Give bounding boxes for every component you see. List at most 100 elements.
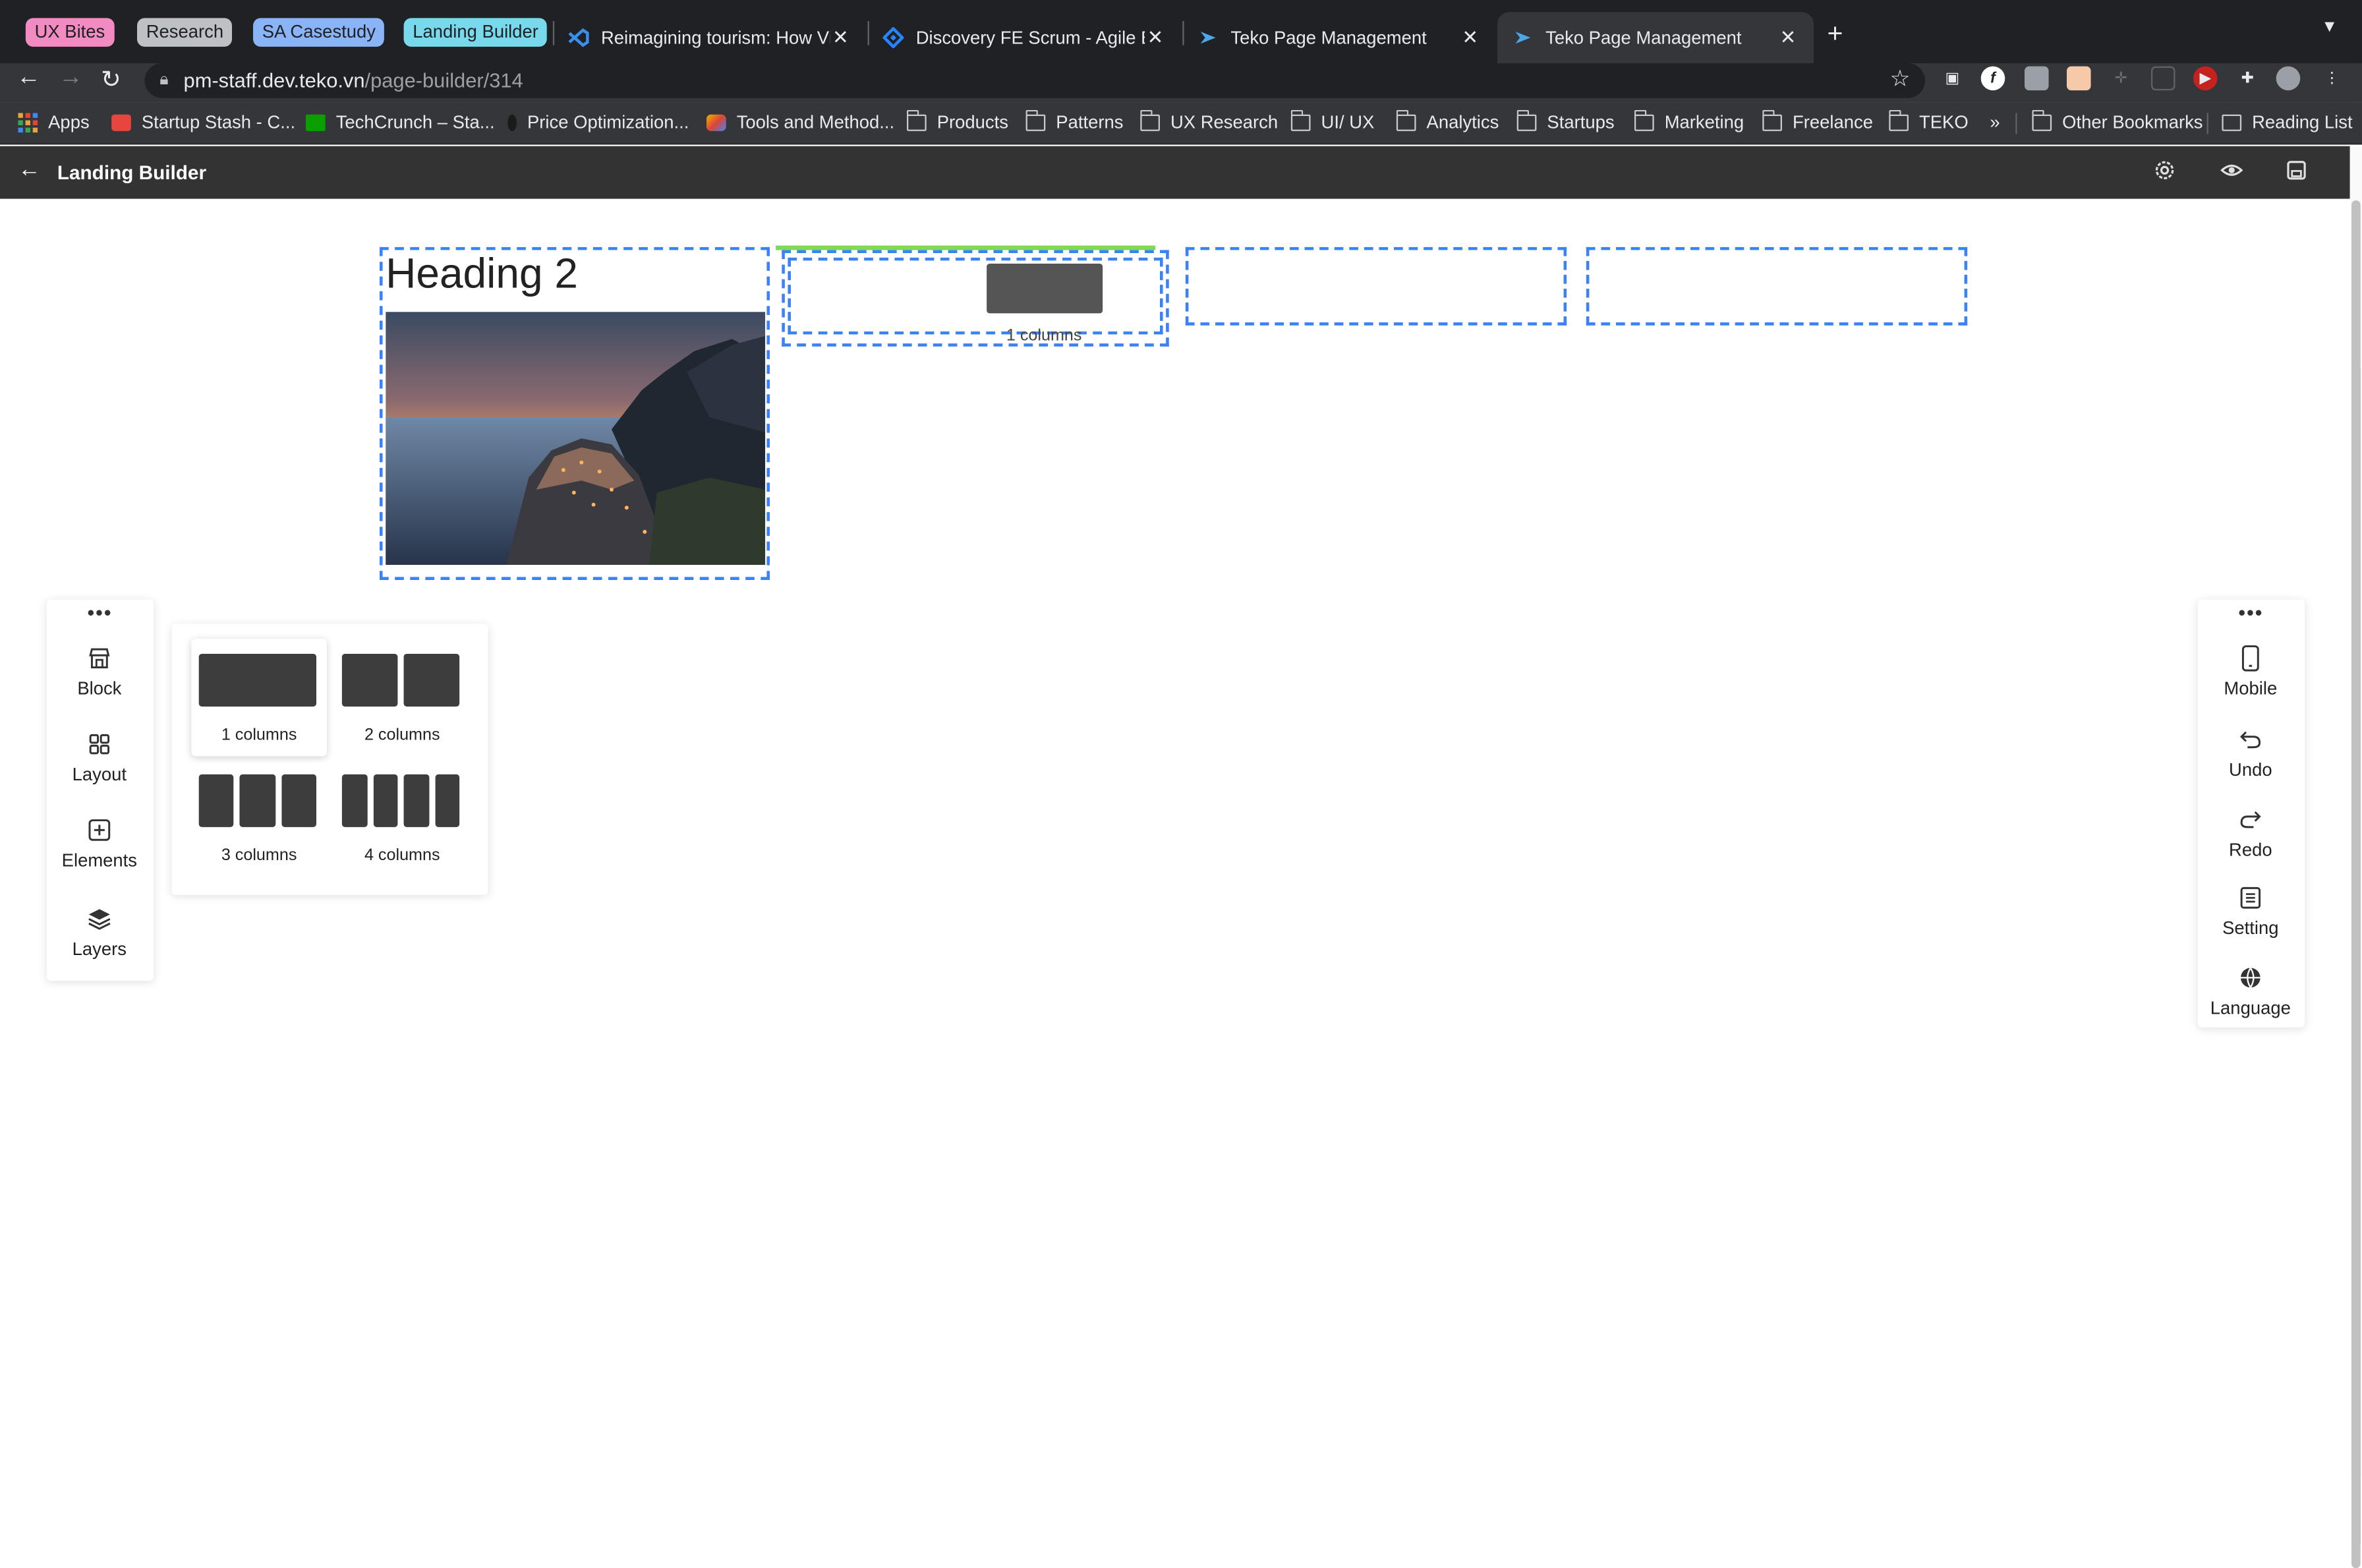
layout-preview	[341, 653, 460, 707]
sidebar-item-label: Elements	[61, 850, 138, 871]
apps-grid-icon	[18, 112, 38, 132]
tab-group-ux-bites[interactable]: UX Bites	[25, 18, 114, 47]
sidebar-item-label: Block	[77, 678, 122, 699]
preview-eye-icon[interactable]	[2220, 160, 2243, 185]
layout-option-4-columns[interactable]: 4 columns	[334, 759, 470, 877]
close-icon[interactable]: ✕	[1145, 26, 1166, 50]
drop-target-inner-block[interactable]	[788, 257, 1163, 335]
notes-extension-icon[interactable]	[2066, 66, 2091, 91]
layout-preview	[198, 653, 316, 707]
screenshot-camera-icon[interactable]: ▣	[1940, 67, 1965, 91]
sidebar-item-layers[interactable]: Layers	[47, 906, 152, 960]
back-button[interactable]: ←	[16, 65, 41, 92]
bookmark-folder-teko[interactable]: TEKO	[1889, 109, 1969, 132]
bookmark-label: Products	[936, 111, 1008, 133]
sidebar-item-layout[interactable]: Layout	[47, 731, 152, 785]
sidebar-item-elements[interactable]: Elements	[47, 817, 152, 871]
reload-button[interactable]: ↻	[101, 65, 121, 95]
bookmark-folder-products[interactable]: Products	[906, 109, 1008, 133]
sidebar-item-redo[interactable]: Redo	[2198, 806, 2303, 860]
landscape-image[interactable]	[386, 312, 766, 566]
extension-icon[interactable]	[2024, 66, 2049, 91]
layout-option-3-columns[interactable]: 3 columns	[191, 759, 327, 877]
save-icon[interactable]	[2287, 160, 2307, 185]
address-bar[interactable]: 🔒︎ pm-staff.dev.teko.vn/page-builder/314…	[144, 63, 1926, 98]
close-icon[interactable]: ✕	[1777, 26, 1799, 50]
bookmark-folder-patterns[interactable]: Patterns	[1025, 109, 1123, 132]
settings-icon[interactable]	[2154, 160, 2175, 185]
tab-teko-page-management-active[interactable]: Teko Page Management ✕	[1497, 12, 1814, 63]
bookmark-divider	[2015, 113, 2017, 134]
column-thumb	[403, 653, 460, 707]
record-extension-icon[interactable]: ▶	[2193, 66, 2218, 91]
layout-option-1-columns[interactable]: 1 columns	[191, 639, 327, 756]
new-tab-button[interactable]: +	[1828, 18, 1843, 49]
layout-preview	[198, 774, 316, 827]
profile-avatar-icon[interactable]	[2276, 66, 2301, 91]
tab-group-research[interactable]: Research	[136, 18, 233, 47]
tab-discovery-fe-scrum[interactable]: Discovery FE Scrum - Agile Bo ✕	[868, 12, 1181, 63]
fonts-extension-icon[interactable]: f	[1980, 66, 2005, 91]
bookmark-folder-ux-research[interactable]: UX Research	[1140, 109, 1278, 132]
bookmark-label: Startup Stash - C...	[141, 111, 296, 133]
column-block-4[interactable]	[1586, 247, 1968, 326]
sidebar-item-undo[interactable]: Undo	[2198, 726, 2303, 780]
sidebar-item-mobile[interactable]: Mobile	[2198, 645, 2303, 699]
bookmark-other-bookmarks[interactable]: Other Bookmarks	[2032, 109, 2203, 133]
lock-icon: 🔒︎	[159, 71, 169, 89]
window-extension-icon[interactable]	[2150, 66, 2175, 91]
reading-list-icon	[2222, 113, 2242, 131]
bookmark-folder-startups[interactable]: Startups	[1516, 109, 1615, 132]
bookmark-tools-and-methods[interactable]: Tools and Method...	[706, 111, 894, 132]
bookmark-price-optimization[interactable]: Price Optimization...	[507, 111, 689, 132]
close-icon[interactable]: ✕	[830, 26, 851, 50]
sidebar-item-language[interactable]: Language	[2198, 964, 2303, 1018]
tab-search-button[interactable]: ▼	[2321, 18, 2338, 36]
bookmark-folder-marketing[interactable]: Marketing	[1634, 109, 1744, 133]
bookmark-label: Other Bookmarks	[2062, 111, 2203, 133]
bookmarks-overflow-chevron[interactable]: »	[1990, 111, 2000, 132]
canvas-scrollbar[interactable]	[2349, 146, 2362, 1568]
bookmark-folder-ui-ux[interactable]: UI/ UX	[1290, 109, 1374, 132]
bookmark-folder-analytics[interactable]: Analytics	[1396, 109, 1499, 132]
more-options-icon[interactable]: •••	[88, 601, 113, 624]
tab-teko-page-management[interactable]: Teko Page Management ✕	[1182, 12, 1495, 63]
pin-extension-icon[interactable]: ✛	[2109, 67, 2133, 91]
bookmark-folder-freelance[interactable]: Freelance	[1762, 109, 1873, 132]
reading-list-button[interactable]: Reading List	[2222, 111, 2353, 132]
layout-option-2-columns[interactable]: 2 columns	[334, 639, 470, 756]
tab-reimagining-tourism[interactable]: Reimagining tourism: How Viet ✕	[553, 12, 866, 63]
more-menu-icon[interactable]: ⋮	[2320, 67, 2344, 91]
left-sidebar: ••• Block Layout Elements Layers	[46, 599, 154, 981]
folder-icon	[906, 109, 927, 131]
store-icon	[89, 648, 110, 669]
bookmark-startup-stash[interactable]: Startup Stash - C...	[111, 111, 295, 132]
scrollbar-thumb[interactable]	[2351, 200, 2361, 1568]
bookmark-star-icon[interactable]: ☆	[1890, 65, 1911, 92]
tab-group-landing-builder[interactable]: Landing Builder	[403, 18, 548, 47]
heading-2-element[interactable]: Heading 2	[386, 250, 578, 298]
bookmark-label: Marketing	[1664, 111, 1744, 133]
column-thumb	[198, 653, 316, 707]
page-title: Landing Builder	[57, 161, 207, 184]
bookmark-apps[interactable]: Apps	[18, 111, 90, 132]
close-icon[interactable]: ✕	[1460, 26, 1481, 50]
bookmark-techcrunch[interactable]: TechCrunch – Sta...	[305, 111, 495, 132]
forward-button[interactable]: →	[59, 65, 83, 92]
layout-preview	[341, 774, 460, 827]
tab-group-label: UX Bites	[34, 20, 105, 42]
sidebar-item-setting[interactable]: Setting	[2198, 885, 2303, 939]
puzzle-extensions-icon[interactable]: ✚	[2235, 67, 2260, 91]
teko-icon	[1200, 31, 1216, 44]
column-block-3[interactable]	[1185, 247, 1567, 326]
drop-indicator-line	[776, 245, 1156, 250]
tab-group-sa-casestudy[interactable]: SA Casestudy	[252, 18, 385, 47]
tab-group-label: Research	[146, 20, 224, 42]
tab-title: Discovery FE Scrum - Agile Bo	[915, 27, 1145, 49]
sidebar-item-block[interactable]: Block	[47, 645, 152, 699]
bookmark-divider	[2206, 113, 2208, 134]
jira-icon	[882, 27, 904, 49]
back-arrow-icon[interactable]: ←	[18, 157, 40, 183]
layout-option-label: 4 columns	[364, 846, 440, 865]
more-options-icon[interactable]: •••	[2239, 601, 2264, 624]
